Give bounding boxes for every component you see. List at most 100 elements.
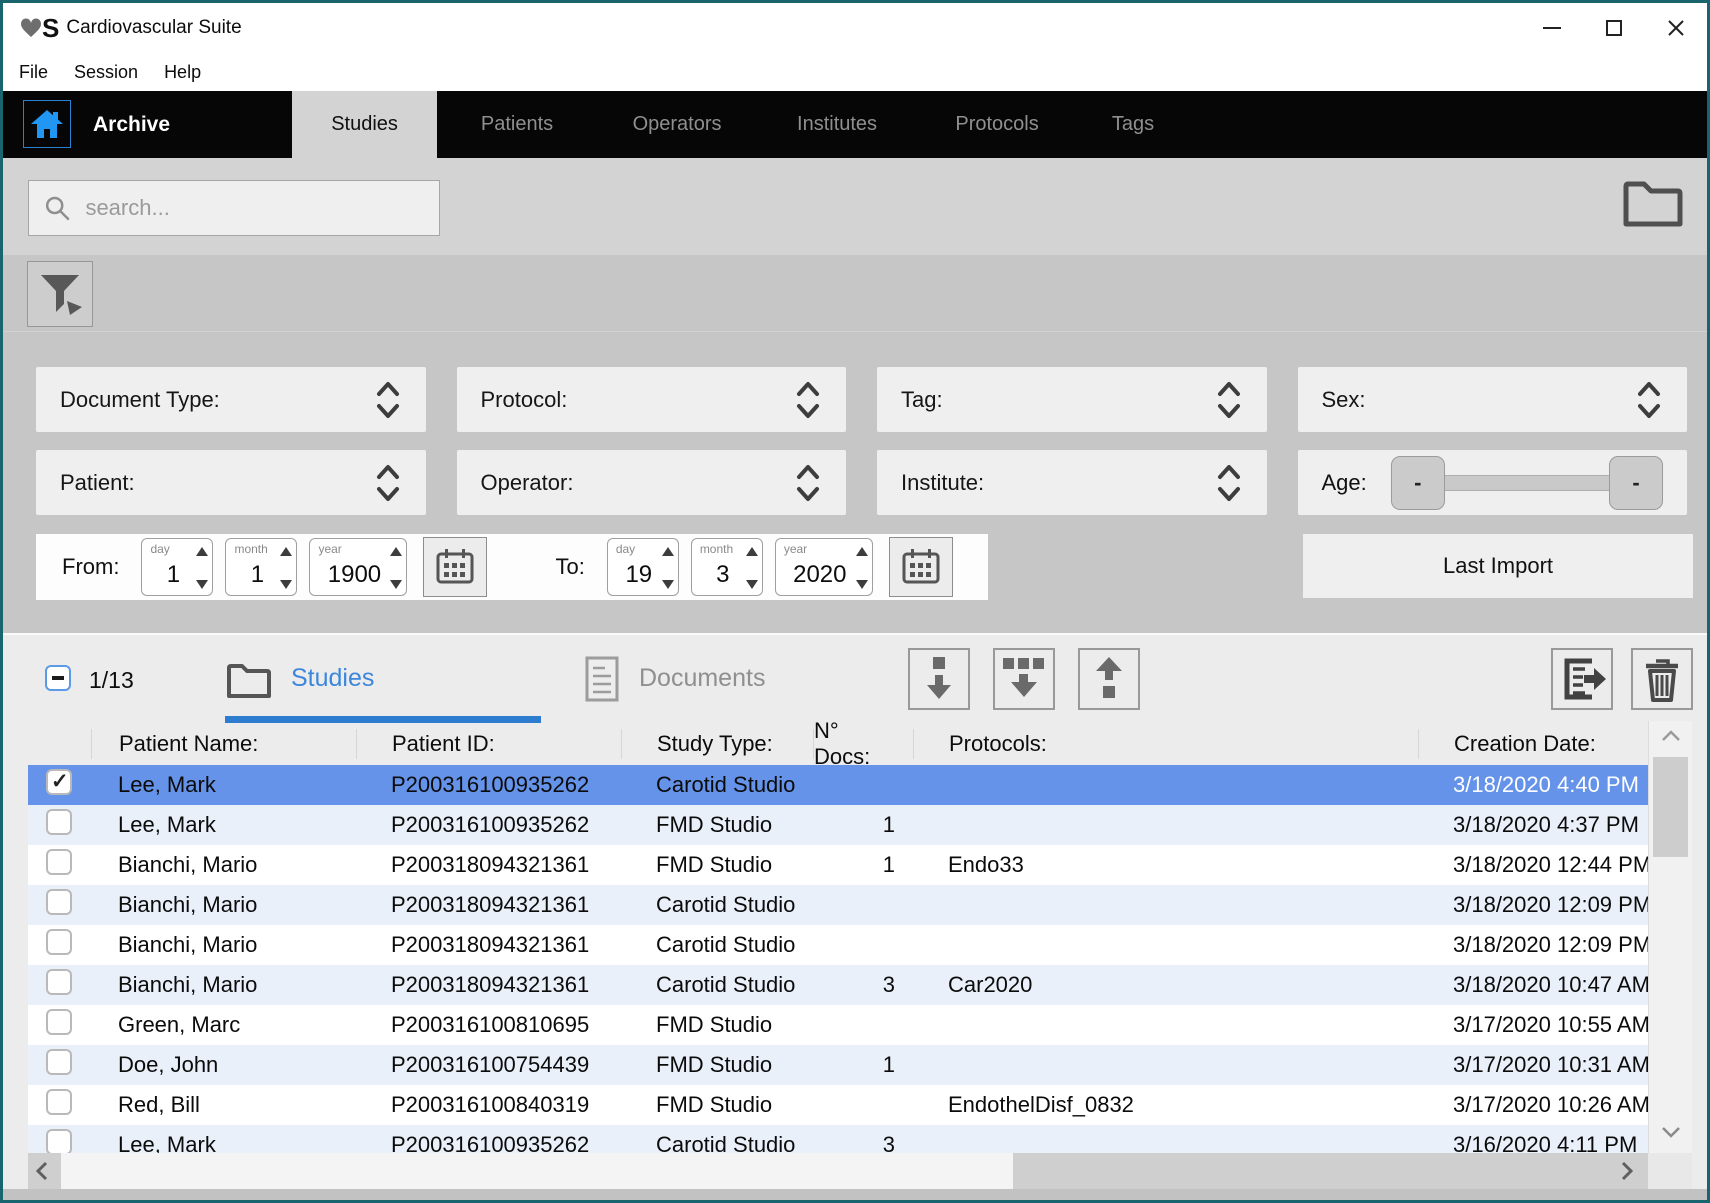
vertical-scroll-thumb[interactable] [1653, 757, 1688, 857]
select-all-checkbox[interactable] [45, 665, 71, 691]
scroll-left-icon[interactable] [36, 1161, 48, 1186]
n-docs-cell: 3 [813, 1132, 913, 1155]
tab-institutes[interactable]: Institutes [757, 91, 917, 158]
spin-down-icon[interactable] [746, 580, 758, 589]
spin-up-icon[interactable] [856, 547, 868, 556]
operator-label: Operator: [481, 470, 574, 496]
header-patient-name[interactable]: Patient Name: [91, 729, 356, 759]
patient-name-cell: Bianchi, Mario [91, 972, 356, 998]
export-button[interactable] [1551, 648, 1613, 710]
tab-protocols[interactable]: Protocols [917, 91, 1077, 158]
row-checkbox[interactable] [46, 1009, 72, 1035]
spin-down-icon[interactable] [856, 580, 868, 589]
from-year-spinner[interactable]: year 1900 [309, 538, 407, 596]
to-month-spinner[interactable]: month 3 [691, 538, 763, 596]
row-checkbox[interactable] [46, 1049, 72, 1075]
table-row[interactable]: Bianchi, MarioP200318094321361Carotid St… [28, 925, 1651, 965]
from-month-spinner[interactable]: month 1 [225, 538, 297, 596]
spin-up-icon[interactable] [390, 547, 402, 556]
to-year-spinner[interactable]: year 2020 [775, 538, 873, 596]
header-study-type[interactable]: Study Type: [621, 729, 813, 759]
row-checkbox[interactable] [46, 769, 72, 795]
study-type-cell: FMD Studio [621, 1012, 813, 1038]
sex-dropdown[interactable]: Sex: [1298, 367, 1688, 432]
documents-tab-label[interactable]: Documents [639, 664, 765, 693]
scroll-up-icon[interactable] [1661, 729, 1681, 747]
spin-up-icon[interactable] [196, 547, 208, 556]
header-n-docs[interactable]: N° Docs: [813, 729, 913, 759]
patient-name-cell: Red, Bill [91, 1092, 356, 1118]
row-checkbox[interactable] [46, 809, 72, 835]
patient-id-cell: P200318094321361 [356, 852, 621, 878]
age-max-handle[interactable]: - [1609, 456, 1663, 510]
age-min-handle[interactable]: - [1391, 456, 1445, 510]
table-row[interactable]: Bianchi, MarioP200318094321361FMD Studio… [28, 845, 1651, 885]
row-checkbox[interactable] [46, 849, 72, 875]
table-row[interactable]: Lee, MarkP200316100935262Carotid Studio3… [28, 765, 1651, 805]
studies-tab-label[interactable]: Studies [291, 664, 374, 693]
header-protocols[interactable]: Protocols: [913, 729, 1418, 759]
documents-tab[interactable] [583, 655, 621, 708]
tab-studies[interactable]: Studies [292, 91, 437, 158]
row-checkbox[interactable] [46, 929, 72, 955]
study-type-cell: FMD Studio [621, 852, 813, 878]
spin-down-icon[interactable] [280, 580, 292, 589]
spin-down-icon[interactable] [390, 580, 402, 589]
table-row[interactable]: Lee, MarkP200316100935262FMD Studio13/18… [28, 805, 1651, 845]
menu-session[interactable]: Session [74, 62, 138, 83]
row-checkbox[interactable] [46, 969, 72, 995]
scroll-right-icon[interactable] [1621, 1161, 1633, 1186]
spin-up-icon[interactable] [746, 547, 758, 556]
download-one-button[interactable] [908, 648, 970, 710]
patient-dropdown[interactable]: Patient: [36, 450, 426, 515]
tag-dropdown[interactable]: Tag: [877, 367, 1267, 432]
menu-file[interactable]: File [19, 62, 48, 83]
institute-dropdown[interactable]: Institute: [877, 450, 1267, 515]
close-button[interactable] [1645, 3, 1707, 53]
from-calendar-button[interactable] [423, 537, 487, 597]
protocol-dropdown[interactable]: Protocol: [457, 367, 847, 432]
spin-down-icon[interactable] [662, 580, 674, 589]
tab-tags[interactable]: Tags [1077, 91, 1189, 158]
row-checkbox[interactable] [46, 1089, 72, 1115]
last-import-button[interactable]: Last Import [1303, 534, 1693, 598]
filter-button[interactable] [27, 261, 93, 327]
month-unit-label: month [700, 542, 733, 556]
table-row[interactable]: Doe, JohnP200316100754439FMD Studio13/17… [28, 1045, 1651, 1085]
header-creation-date[interactable]: Creation Date: [1418, 729, 1651, 759]
row-checkbox[interactable] [46, 1129, 72, 1155]
maximize-button[interactable] [1583, 3, 1645, 53]
vertical-scrollbar[interactable] [1648, 721, 1692, 1153]
from-day-spinner[interactable]: day 1 [141, 538, 213, 596]
to-day-spinner[interactable]: day 19 [607, 538, 679, 596]
download-all-button[interactable] [993, 648, 1055, 710]
scroll-down-icon[interactable] [1661, 1125, 1681, 1143]
spin-up-icon[interactable] [662, 547, 674, 556]
table-row[interactable]: Red, BillP200316100840319FMD StudioEndot… [28, 1085, 1651, 1125]
tab-operators[interactable]: Operators [597, 91, 757, 158]
minimize-button[interactable] [1521, 3, 1583, 53]
horizontal-scroll-thumb[interactable] [61, 1153, 1013, 1189]
to-calendar-button[interactable] [889, 537, 953, 597]
menu-help[interactable]: Help [164, 62, 201, 83]
operator-dropdown[interactable]: Operator: [457, 450, 847, 515]
search-input[interactable] [85, 195, 425, 221]
spin-up-icon[interactable] [280, 547, 292, 556]
upload-button[interactable] [1078, 648, 1140, 710]
tab-patients[interactable]: Patients [437, 91, 597, 158]
row-checkbox[interactable] [46, 889, 72, 915]
table-row[interactable]: Lee, MarkP200316100935262Carotid Studio3… [28, 1125, 1651, 1155]
table-row[interactable]: Bianchi, MarioP200318094321361Carotid St… [28, 965, 1651, 1005]
delete-button[interactable] [1631, 648, 1693, 710]
open-folder-button[interactable] [1621, 174, 1685, 235]
studies-tab[interactable] [225, 660, 273, 705]
header-patient-id[interactable]: Patient ID: [356, 729, 621, 759]
table-row[interactable]: Green, MarcP200316100810695FMD Studio3/1… [28, 1005, 1651, 1045]
home-button[interactable] [23, 100, 71, 148]
horizontal-scrollbar[interactable] [28, 1153, 1651, 1189]
table-row[interactable]: Bianchi, MarioP200318094321361Carotid St… [28, 885, 1651, 925]
age-range-slider[interactable]: - - [1391, 451, 1663, 515]
spin-down-icon[interactable] [196, 580, 208, 589]
document-type-dropdown[interactable]: Document Type: [36, 367, 426, 432]
results-section: 1/13 Studies Documents [3, 633, 1707, 1200]
